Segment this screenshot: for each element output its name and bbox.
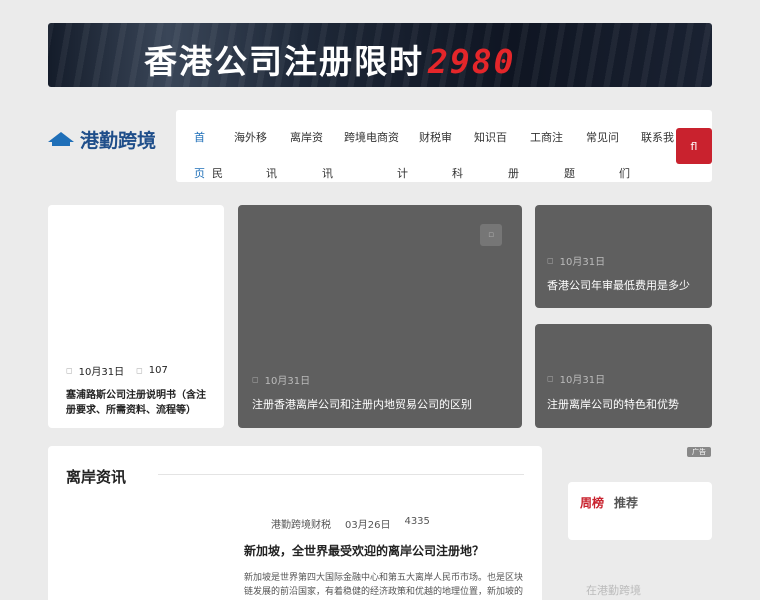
card-title: 注册离岸公司的特色和优势 (547, 398, 679, 411)
calendar-icon: ◻ (66, 366, 73, 375)
card-meta: ◻ 10月31日 (547, 371, 605, 386)
news-date: 03月26日 (345, 520, 391, 531)
card-title: 塞浦路斯公司注册说明书（含注册要求、所需资料、流程等） (66, 390, 206, 416)
card-date: 10月31日 (559, 257, 606, 268)
calendar-icon: ◻ (252, 375, 259, 384)
nav-label-bottom: 册 (508, 167, 519, 180)
card-title: 香港公司年审最低费用是多少 (547, 279, 690, 292)
sidebar-faded-text: 在港勤跨境 (586, 584, 641, 597)
nav-label-top: 联系我 (641, 131, 674, 144)
nav-label-top: 财税审 (419, 131, 452, 144)
article-card-cyprus[interactable]: ◻ 10月31日 ◻ 107 塞浦路斯公司注册说明书（含注册要求、所需资料、流程… (48, 205, 224, 428)
nav-label-bottom: 讯 (266, 167, 277, 180)
search-button[interactable]: fl (676, 128, 712, 164)
site-logo[interactable]: 港勤跨境 (48, 127, 160, 151)
promo-banner[interactable]: 香港公司注册限时 2980 (48, 23, 712, 87)
ranking-widget: 周榜 推荐 (568, 482, 712, 540)
nav-item-registration[interactable]: 工商注 册 (508, 120, 563, 192)
nav-label-top: 知识百 (474, 131, 507, 144)
card-meta: ◻ 10月31日 (547, 253, 605, 268)
views-icon: ◻ (136, 366, 143, 375)
nav-label-top: 工商注 (530, 131, 563, 144)
nav-item-contact[interactable]: 联系我 们 (619, 120, 674, 192)
news-author[interactable]: 港勤跨境财税 (271, 516, 331, 531)
news-section: 离岸资讯 港勤跨境财税 03月26日 4335 新加坡，全世界最受欢迎的离岸公司… (48, 446, 542, 600)
nav-label-bottom: 题 (564, 167, 575, 180)
nav-label-top: 常见问 (586, 131, 619, 144)
nav-item-home[interactable]: 首 页 (194, 120, 205, 192)
search-icon: fl (690, 139, 698, 153)
card-meta: ◻ 10月31日 ◻ 107 (66, 363, 168, 378)
section-heading: 离岸资讯 (66, 468, 127, 486)
nav-label-bottom: 民 (212, 167, 223, 180)
main-nav: 首 页 海外移 民 离岸资 讯 跨境电商资 讯 财税审 计 知识百 科 工商注 … (176, 110, 712, 182)
tab-weekly[interactable]: 周榜 (580, 494, 604, 511)
logo-text: 港勤跨境 (80, 129, 157, 152)
image-icon: ▫ (480, 224, 502, 246)
nav-label-bottom: 页 (194, 167, 205, 180)
banner-price: 2980 (428, 42, 516, 81)
ad-badge: 广告 (687, 447, 711, 457)
nav-label-top: 跨境电商资 (344, 131, 399, 144)
tab-recommend[interactable]: 推荐 (614, 494, 638, 511)
card-date: 10月31日 (264, 376, 311, 387)
nav-label-top: 首 (194, 131, 205, 144)
card-date: 10月31日 (559, 375, 606, 386)
nav-item-immigration[interactable]: 海外移 民 (212, 120, 267, 192)
card-date: 10月31日 (78, 367, 125, 378)
card-views: 107 (148, 365, 168, 376)
nav-item-tax-audit[interactable]: 财税审 计 (397, 120, 452, 192)
news-views: 4335 (404, 516, 430, 527)
nav-label-top: 离岸资 (290, 131, 323, 144)
calendar-icon: ◻ (547, 256, 554, 265)
nav-label-bottom: 计 (397, 167, 408, 180)
card-meta: ◻ 10月31日 (252, 372, 310, 387)
nav-label-bottom: 讯 (322, 167, 333, 180)
nav-item-ecommerce-news[interactable]: 跨境电商资 讯 (322, 120, 399, 192)
logo-icon (48, 130, 74, 148)
news-title[interactable]: 新加坡，全世界最受欢迎的离岸公司注册地？ (244, 542, 484, 559)
news-meta: 港勤跨境财税 03月26日 4335 (271, 516, 430, 531)
article-card-annual-review[interactable]: ◻ 10月31日 香港公司年审最低费用是多少 (535, 205, 712, 308)
article-card-offshore-advantages[interactable]: ◻ 10月31日 注册离岸公司的特色和优势 (535, 324, 712, 428)
banner-headline: 香港公司注册限时 2980 (144, 35, 515, 83)
article-card-hk-offshore[interactable]: ▫ ◻ 10月31日 注册香港离岸公司和注册内地贸易公司的区别 (238, 205, 522, 428)
nav-item-knowledge[interactable]: 知识百 科 (452, 120, 507, 192)
news-summary: 新加坡是世界第四大国际金融中心和第五大离岸人民币市场。也是区块链发展的前沿国家，… (244, 573, 524, 597)
calendar-icon: ◻ (547, 374, 554, 383)
section-divider (158, 474, 524, 475)
nav-label-bottom: 科 (452, 167, 463, 180)
nav-item-offshore-news[interactable]: 离岸资 讯 (266, 120, 323, 192)
card-title: 注册香港离岸公司和注册内地贸易公司的区别 (252, 398, 472, 411)
nav-label-top: 海外移 (234, 131, 267, 144)
nav-label-bottom: 们 (619, 167, 630, 180)
banner-text: 香港公司注册限时 (144, 42, 424, 81)
nav-item-faq[interactable]: 常见问 题 (564, 120, 619, 192)
